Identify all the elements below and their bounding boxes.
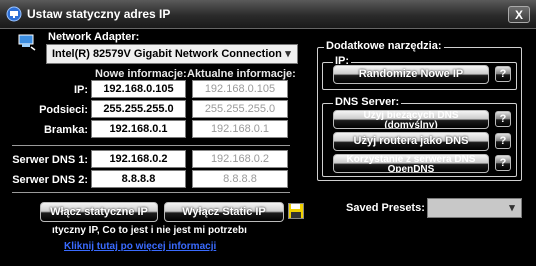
ip-label: IP:	[73, 84, 88, 96]
adapter-selected-value: Intel(R) 82579V Gigabit Network Connecti…	[52, 48, 282, 60]
ip-current-field: 192.168.0.105	[192, 80, 288, 98]
randomize-ip-button[interactable]: Randomize Nowe IP	[333, 65, 489, 84]
gateway-label: Bramka:	[43, 124, 88, 136]
info-text: ıtyczny IP, Co to jest i nie jest mi pot…	[52, 225, 247, 236]
network-adapter-icon	[18, 34, 36, 51]
gateway-current-field: 192.168.0.1	[192, 120, 288, 138]
current-info-header: Aktualne informacje:	[187, 68, 296, 80]
chevron-down-icon: ▾	[285, 48, 291, 60]
dns1-current-field: 192.168.0.2	[192, 150, 288, 168]
adapter-select[interactable]: Intel(R) 82579V Gigabit Network Connecti…	[46, 44, 298, 64]
use-current-dns-button[interactable]: Użyj bieżących DNS (domyślny)	[333, 110, 489, 129]
dns1-label: Serwer DNS 1:	[12, 154, 88, 166]
opendns-button[interactable]: Korzystanie z serwera DNS OpenDNS	[333, 154, 489, 173]
ip-new-field[interactable]: 192.168.0.105	[91, 80, 186, 98]
opendns-help-button[interactable]: ?	[495, 155, 511, 171]
saved-presets-label: Saved Presets:	[346, 202, 425, 214]
dns1-new-field[interactable]: 192.168.0.2	[91, 150, 186, 168]
save-preset-icon[interactable]	[288, 203, 304, 219]
static-ip-window: Ustaw statyczny adres IP X Network Adapt…	[0, 0, 536, 266]
dns-group-label: DNS Server:	[333, 96, 402, 108]
disable-static-ip-button[interactable]: Wyłącz Static IP	[164, 202, 284, 222]
help-link[interactable]: Kliknij tutaj po więcej informacji	[64, 241, 216, 252]
subnet-new-field[interactable]: 255.255.255.0	[91, 100, 186, 118]
router-dns-help-button[interactable]: ?	[495, 133, 511, 149]
divider	[12, 145, 290, 146]
tools-group-label: Dodatkowe narzędzia:	[324, 40, 444, 52]
gateway-new-field[interactable]: 192.168.0.1	[91, 120, 186, 138]
dns2-label: Serwer DNS 2:	[12, 174, 88, 186]
close-button[interactable]: X	[508, 6, 530, 23]
current-dns-help-button[interactable]: ?	[495, 111, 511, 127]
title-bar: Ustaw statyczny adres IP X	[0, 0, 536, 29]
window-title: Ustaw statyczny adres IP	[27, 7, 171, 21]
network-app-icon	[6, 6, 22, 22]
router-dns-button[interactable]: Użyj routera jako DNS	[333, 132, 489, 151]
dns2-new-field[interactable]: 8.8.8.8	[91, 170, 186, 188]
divider	[12, 192, 290, 193]
chevron-down-icon: ▾	[509, 202, 515, 214]
randomize-help-button[interactable]: ?	[495, 66, 511, 82]
new-info-header: Nowe informacje:	[95, 68, 187, 80]
adapter-label: Network Adapter:	[48, 31, 140, 43]
subnet-current-field: 255.255.255.0	[192, 100, 288, 118]
enable-static-ip-button[interactable]: Włącz statyczne IP	[40, 202, 158, 222]
saved-presets-select[interactable]: ▾	[427, 198, 522, 218]
dns2-current-field: 8.8.8.8	[192, 170, 288, 188]
subnet-label: Podsieci:	[39, 104, 88, 116]
